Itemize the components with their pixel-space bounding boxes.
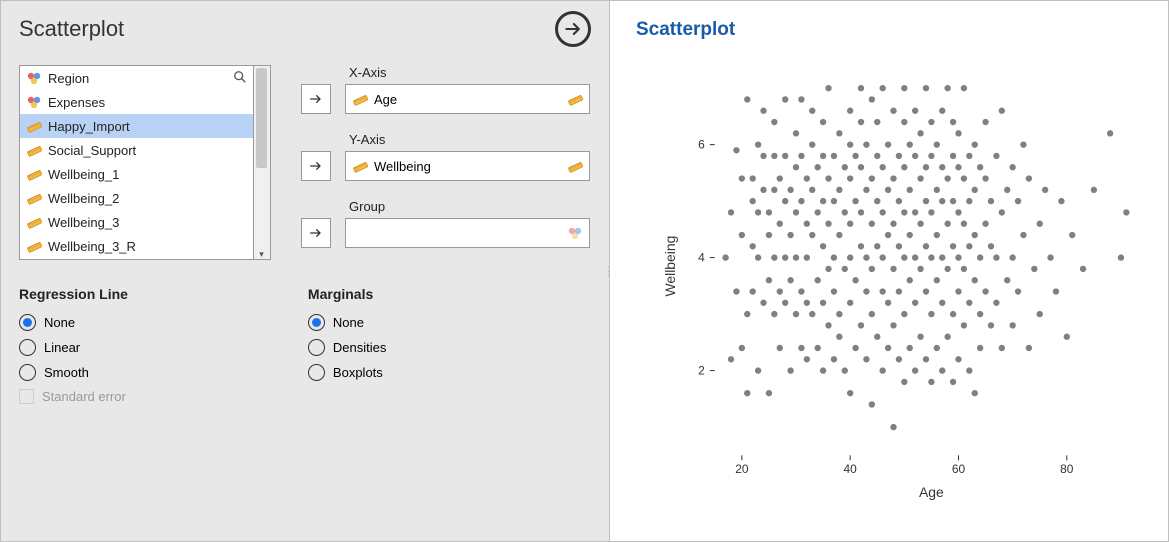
variable-item-expenses[interactable]: Expenses (20, 90, 253, 114)
variable-item-social_support[interactable]: Social_Support (20, 138, 253, 162)
svg-text:6: 6 (698, 138, 705, 152)
svg-text:60: 60 (952, 462, 966, 476)
variable-label: Wellbeing_3_R (48, 239, 136, 254)
svg-text:Age: Age (919, 484, 944, 500)
config-panel: Scatterplot Region Expenses Happy_Import So… (0, 0, 610, 542)
svg-text:4: 4 (698, 251, 705, 265)
scale-icon (352, 158, 368, 174)
group-field[interactable] (345, 218, 590, 248)
arrow-right-icon (308, 158, 324, 174)
svg-text:80: 80 (1060, 462, 1074, 476)
variable-label: Region (48, 71, 89, 86)
standard-error-checkbox: Standard error (19, 389, 128, 404)
radio-icon (308, 364, 325, 381)
search-icon[interactable] (233, 70, 247, 87)
run-button[interactable] (555, 11, 591, 47)
assign-y-button[interactable] (301, 151, 331, 181)
scale-icon (26, 214, 42, 230)
arrow-right-icon (308, 225, 324, 241)
panel-title: Scatterplot (19, 16, 124, 42)
regression-option-linear[interactable]: Linear (19, 339, 128, 356)
marginals-option-densities[interactable]: Densities (308, 339, 386, 356)
variable-item-region[interactable]: Region (20, 66, 253, 90)
checkbox-icon (19, 389, 34, 404)
scroll-thumb[interactable] (256, 68, 267, 168)
svg-text:40: 40 (844, 462, 858, 476)
nominal-icon (26, 94, 42, 110)
scale-icon (26, 190, 42, 206)
regression-option-smooth[interactable]: Smooth (19, 364, 128, 381)
scale-icon (352, 91, 368, 107)
y-axis-value: Wellbeing (374, 159, 431, 174)
variable-label: Wellbeing_2 (48, 191, 119, 206)
chart-title: Scatterplot (610, 1, 1168, 41)
x-axis-label: X-Axis (349, 65, 590, 80)
arrow-right-icon (308, 91, 324, 107)
variable-list[interactable]: Region Expenses Happy_Import Social_Support… (19, 65, 254, 260)
scale-icon (567, 158, 583, 174)
radio-icon (19, 339, 36, 356)
variable-label: Expenses (48, 95, 105, 110)
scatterplot-chart: 20 40 60 80 2 4 6 Age Wellbeing (660, 61, 1158, 511)
y-axis-field[interactable]: Wellbeing (345, 151, 590, 181)
marginals-heading: Marginals (308, 286, 386, 302)
x-axis-field[interactable]: Age (345, 84, 590, 114)
regression-option-none[interactable]: None (19, 314, 128, 331)
scale-icon (26, 238, 42, 254)
svg-text:20: 20 (735, 462, 749, 476)
scrollbar[interactable]: ▾ (254, 65, 271, 260)
variable-item-wellbeing_3_r[interactable]: Wellbeing_3_R (20, 234, 253, 258)
assign-x-button[interactable] (301, 84, 331, 114)
radio-icon (19, 364, 36, 381)
variable-label: Social_Support (48, 143, 136, 158)
svg-text:2: 2 (698, 364, 705, 378)
radio-icon (19, 314, 36, 331)
scale-icon (26, 118, 42, 134)
variable-label: Wellbeing_1 (48, 167, 119, 182)
assign-group-button[interactable] (301, 218, 331, 248)
scroll-down-icon[interactable]: ▾ (257, 249, 266, 258)
scale-icon (567, 91, 583, 107)
variable-item-happy_import[interactable]: Happy_Import (20, 114, 253, 138)
marginals-option-boxplots[interactable]: Boxplots (308, 364, 386, 381)
nominal-icon (26, 70, 42, 86)
nominal-icon (567, 225, 583, 241)
output-panel: Scatterplot 20 40 60 80 2 4 6 Age Wellbeing (610, 0, 1169, 542)
marginals-option-none[interactable]: None (308, 314, 386, 331)
scale-icon (26, 142, 42, 158)
svg-text:Wellbeing: Wellbeing (662, 236, 678, 297)
y-axis-label: Y-Axis (349, 132, 590, 147)
group-label: Group (349, 199, 590, 214)
variable-item-wellbeing_3[interactable]: Wellbeing_3 (20, 210, 253, 234)
radio-icon (308, 339, 325, 356)
arrow-right-icon (563, 19, 583, 39)
variable-item-wellbeing_2[interactable]: Wellbeing_2 (20, 186, 253, 210)
scale-icon (26, 166, 42, 182)
regression-heading: Regression Line (19, 286, 128, 302)
variable-label: Happy_Import (48, 119, 130, 134)
regression-group: Regression Line None Linear Smooth Standar… (19, 286, 128, 412)
radio-icon (308, 314, 325, 331)
marginals-group: Marginals None Densities Boxplots (308, 286, 386, 412)
variable-label: Wellbeing_3 (48, 215, 119, 230)
variable-item-wellbeing_1[interactable]: Wellbeing_1 (20, 162, 253, 186)
x-axis-value: Age (374, 92, 397, 107)
